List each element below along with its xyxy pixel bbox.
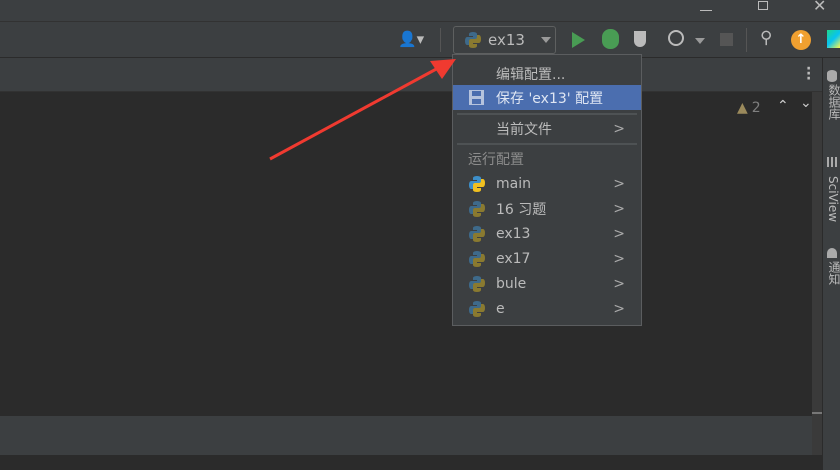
python-icon	[469, 176, 485, 192]
chevron-right-icon: >	[613, 175, 625, 192]
search-icon[interactable]: ⚲	[760, 28, 772, 48]
menu-item-current-file[interactable]: 当前文件 >	[453, 116, 641, 141]
section-header-run-configurations: 运行配置	[468, 152, 524, 168]
config-label: main	[496, 175, 531, 192]
python-icon	[469, 301, 485, 317]
chevron-right-icon: >	[613, 225, 625, 242]
previous-highlight-icon[interactable]: ⌃	[777, 98, 789, 114]
coverage-icon[interactable]	[634, 31, 646, 47]
bottom-panel	[0, 416, 812, 455]
menu-item-config-16-习题[interactable]: 16 习题 >	[453, 196, 641, 221]
debug-icon[interactable]	[602, 29, 619, 49]
warning-icon[interactable]: ▲	[737, 100, 748, 116]
sciview-icon	[827, 157, 837, 167]
editor-scrollbar[interactable]	[812, 92, 822, 455]
config-label: 16 习题	[496, 201, 547, 218]
menu-item-config-main[interactable]: main >	[453, 171, 641, 196]
menu-item-config-e[interactable]: e >	[453, 296, 641, 321]
stop-icon[interactable]	[720, 33, 733, 46]
chevron-right-icon: >	[613, 200, 625, 217]
python-icon	[469, 276, 485, 292]
menu-item-config-ex17[interactable]: ex17 >	[453, 246, 641, 271]
menu-item-save-configuration[interactable]: 保存 'ex13' 配置	[453, 85, 641, 110]
bell-icon	[827, 248, 837, 258]
title-bar: ✕	[0, 0, 840, 22]
next-highlight-icon[interactable]: ⌄	[800, 95, 812, 111]
restore-icon[interactable]	[758, 1, 768, 10]
python-icon	[469, 226, 485, 242]
warning-count: 2	[751, 100, 761, 116]
chevron-right-icon: >	[613, 250, 625, 267]
status-area	[0, 455, 822, 470]
sciview-tool-tab[interactable]: SciView	[826, 176, 840, 222]
config-label: ex17	[496, 250, 531, 267]
update-icon[interactable]: ↑	[791, 30, 811, 50]
annotation-arrow	[269, 59, 456, 161]
minimize-icon[interactable]	[700, 10, 712, 11]
database-tool-tab[interactable]: 数据库	[826, 84, 840, 120]
run-config-label: ex13	[488, 31, 525, 49]
chevron-right-icon: >	[613, 275, 625, 292]
python-icon	[469, 251, 485, 267]
toolbar: 👤▾	[0, 22, 840, 58]
profile-icon[interactable]	[668, 30, 684, 46]
menu-item-edit-configurations[interactable]: 编辑配置...	[453, 61, 641, 86]
more-options-icon[interactable]: · · ·	[806, 62, 811, 86]
chevron-right-icon: >	[613, 120, 625, 137]
close-icon[interactable]: ✕	[813, 0, 826, 15]
config-label: e	[496, 300, 505, 317]
right-tool-strip: 数据库 SciView 通知	[822, 58, 840, 470]
chevron-right-icon: >	[613, 300, 625, 317]
config-label: bule	[496, 275, 527, 292]
run-config-selector[interactable]: ex13	[453, 26, 556, 54]
run-config-dropdown-menu: 编辑配置... 保存 'ex13' 配置 当前文件 > 运行配置 main >16 …	[452, 54, 642, 326]
jetbrains-toolbox-icon[interactable]	[827, 30, 840, 48]
vcs-user-icon[interactable]: 👤▾	[398, 30, 424, 48]
save-icon	[469, 90, 484, 105]
python-icon	[469, 201, 485, 217]
menu-item-config-ex13[interactable]: ex13 >	[453, 221, 641, 246]
config-label: ex13	[496, 225, 531, 242]
database-icon	[827, 70, 837, 82]
chevron-down-icon[interactable]	[695, 38, 705, 44]
python-icon	[465, 32, 481, 48]
run-icon[interactable]	[572, 32, 585, 48]
chevron-down-icon	[540, 37, 551, 43]
menu-item-config-bule[interactable]: bule >	[453, 271, 641, 296]
notifications-tool-tab[interactable]: 通知	[826, 261, 840, 285]
